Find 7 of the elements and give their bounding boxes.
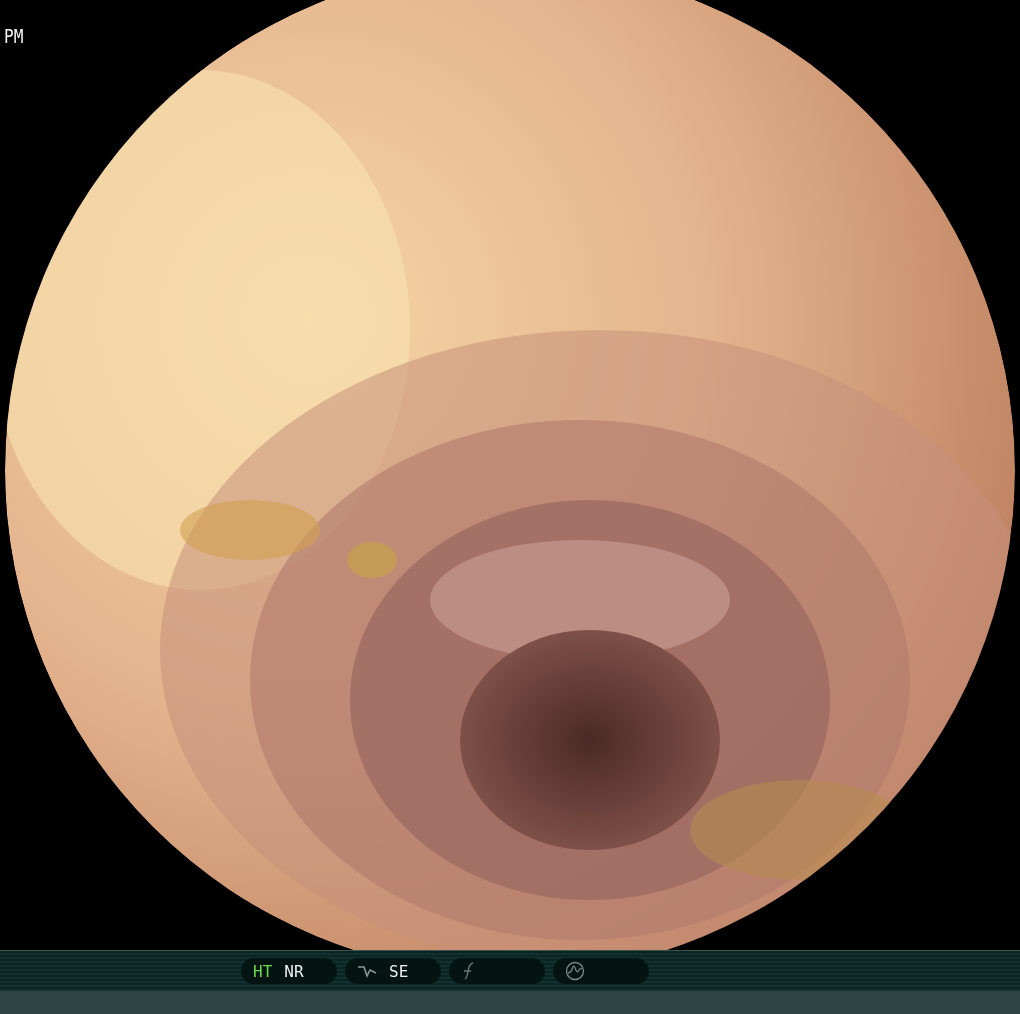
overlay-text: PM xyxy=(4,24,24,49)
mode-label: SE xyxy=(389,961,409,981)
function-icon xyxy=(461,962,475,980)
mode-label: NR xyxy=(284,961,304,981)
waveform-icon xyxy=(565,961,585,981)
curve-icon xyxy=(357,963,377,979)
mode-label: HT xyxy=(253,961,273,981)
